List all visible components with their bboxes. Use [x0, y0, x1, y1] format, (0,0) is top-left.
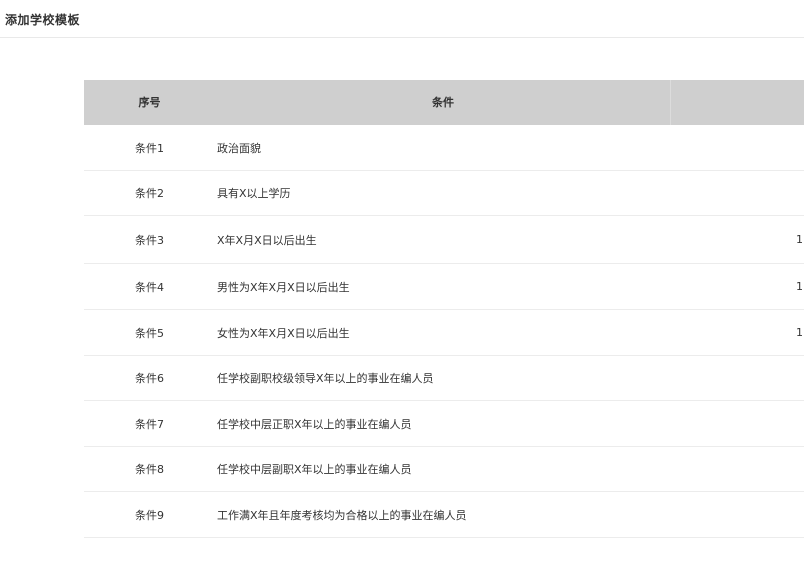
- row-seq: 条件6: [135, 372, 164, 385]
- page: 添加学校模板 序号 条件 条件1 政治面貌 条件2 具有X以上学历 条件3 X年…: [0, 0, 804, 570]
- table-row: 条件5 女性为X年X月X日以后出生 1: [84, 310, 804, 356]
- page-header: 添加学校模板: [0, 0, 804, 38]
- row-extra: [796, 492, 804, 537]
- row-condition: 任学校中层正职X年以上的事业在编人员: [217, 417, 412, 431]
- row-condition: 任学校中层副职X年以上的事业在编人员: [217, 463, 412, 476]
- row-condition: 任学校副职校级领导X年以上的事业在编人员: [217, 372, 434, 385]
- row-seq: 条件9: [135, 508, 164, 522]
- row-extra: 1: [796, 280, 803, 293]
- row-seq: 条件4: [135, 280, 164, 294]
- table-row: 条件4 男性为X年X月X日以后出生 1: [84, 264, 804, 310]
- row-condition: 具有X以上学历: [217, 187, 291, 200]
- row-seq: 条件5: [135, 326, 164, 340]
- table-row: 条件2 具有X以上学历: [84, 171, 804, 216]
- conditions-table: 序号 条件 条件1 政治面貌 条件2 具有X以上学历 条件3 X年X月X日以后出…: [84, 80, 804, 538]
- row-condition: 工作满X年且年度考核均为合格以上的事业在编人员: [217, 508, 467, 522]
- row-extra: 1: [796, 326, 803, 339]
- row-extra: 1: [796, 233, 803, 246]
- row-extra: [796, 447, 804, 491]
- column-header-condition: 条件: [432, 96, 454, 109]
- table-row: 条件9 工作满X年且年度考核均为合格以上的事业在编人员: [84, 492, 804, 538]
- row-condition: 男性为X年X月X日以后出生: [217, 280, 350, 294]
- column-header-seq: 序号: [138, 96, 161, 109]
- table-row: 条件7 任学校中层正职X年以上的事业在编人员: [84, 401, 804, 447]
- column-header-extra: [671, 80, 804, 125]
- table-header: 序号 条件: [84, 80, 804, 125]
- row-extra: [796, 401, 804, 446]
- row-condition: X年X月X日以后出生: [217, 233, 317, 247]
- row-extra: [796, 356, 804, 400]
- row-extra: [796, 171, 804, 215]
- page-title: 添加学校模板: [5, 13, 81, 27]
- row-extra: [796, 125, 804, 170]
- row-condition: 女性为X年X月X日以后出生: [217, 326, 350, 340]
- row-seq: 条件3: [135, 233, 164, 247]
- table-row: 条件6 任学校副职校级领导X年以上的事业在编人员: [84, 356, 804, 401]
- row-seq: 条件2: [135, 187, 164, 200]
- row-seq: 条件7: [135, 417, 164, 431]
- table-row: 条件3 X年X月X日以后出生 1: [84, 216, 804, 264]
- table-row: 条件1 政治面貌: [84, 125, 804, 171]
- table-row: 条件8 任学校中层副职X年以上的事业在编人员: [84, 447, 804, 492]
- row-condition: 政治面貌: [217, 141, 261, 155]
- row-seq: 条件1: [135, 141, 164, 155]
- row-seq: 条件8: [135, 463, 164, 476]
